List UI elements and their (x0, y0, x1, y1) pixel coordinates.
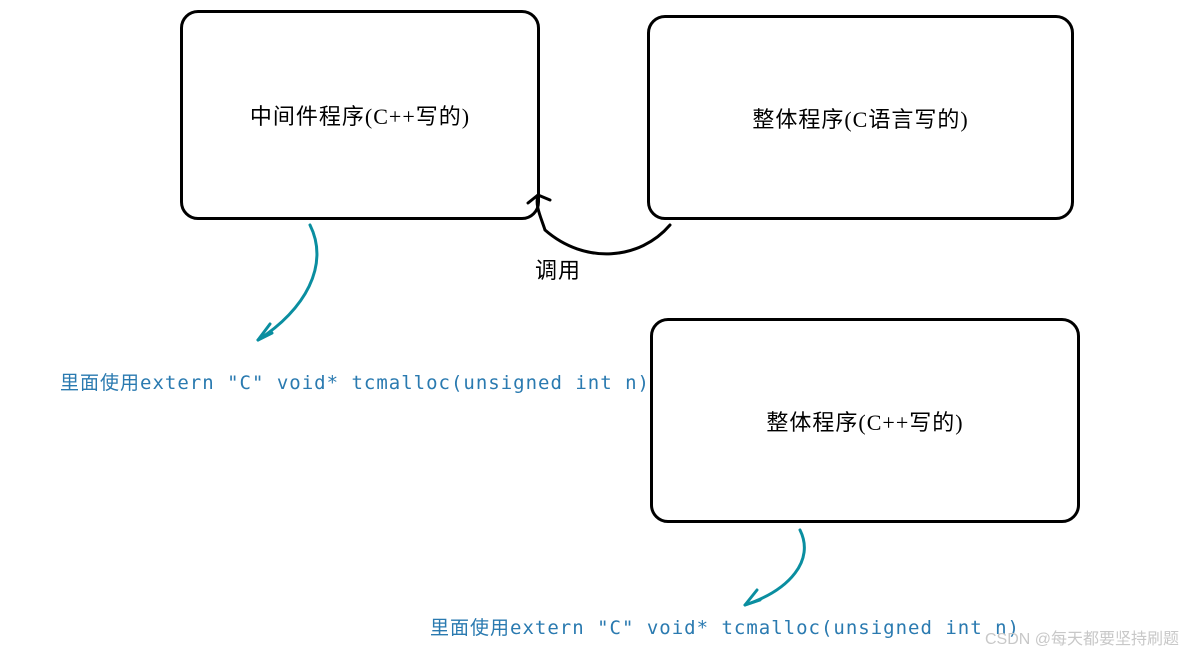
label-call: 调用 (535, 253, 581, 285)
label-extern-c-1: 里面使用extern "C" void* tcmalloc(unsigned i… (60, 368, 650, 395)
label-extern-c-2: 里面使用extern "C" void* tcmalloc(unsigned i… (430, 613, 1020, 640)
box-overall-c: 整体程序(C语言写的) (647, 15, 1074, 220)
box-middleware: 中间件程序(C++写的) (180, 10, 540, 220)
arrow-overallcpp-to-extern (745, 530, 804, 605)
arrow-middleware-to-extern (258, 225, 317, 340)
box-overall-cpp: 整体程序(C++写的) (650, 318, 1080, 523)
box-middleware-label: 中间件程序(C++写的) (250, 99, 470, 131)
arrowhead-middleware-to-extern (258, 324, 272, 340)
box-overall-cpp-label: 整体程序(C++写的) (766, 405, 963, 437)
arrowhead-overallcpp-to-extern (745, 590, 760, 605)
box-overall-c-label: 整体程序(C语言写的) (752, 102, 968, 134)
watermark: CSDN @每天都要坚持刷题 (985, 625, 1179, 649)
